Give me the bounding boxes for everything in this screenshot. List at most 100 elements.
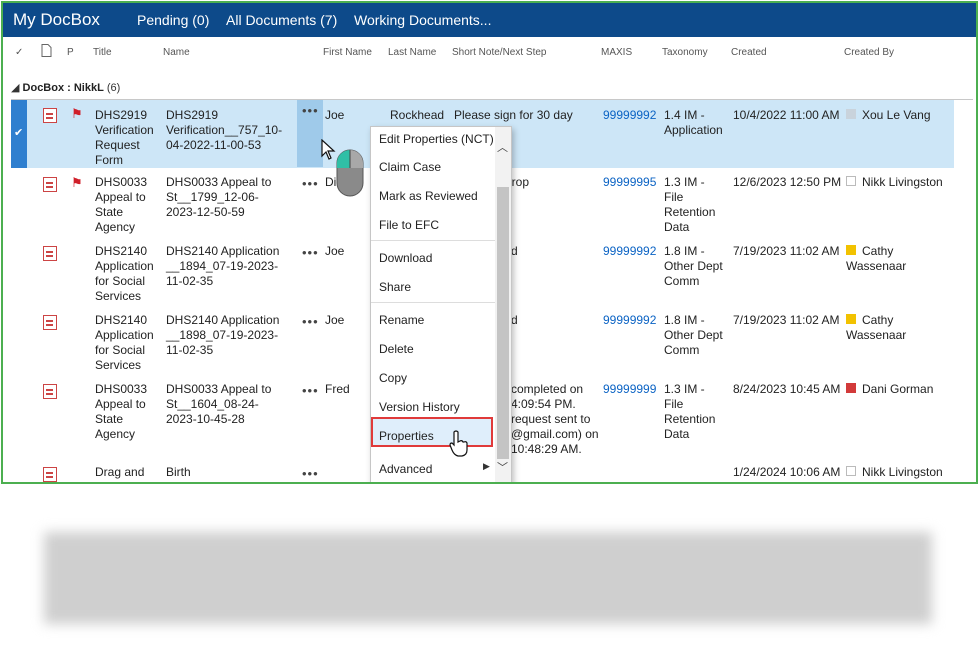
col-created[interactable]: Created [731, 47, 767, 58]
pdf-icon [43, 177, 57, 192]
cell-maxis-link[interactable]: 99999992 [603, 244, 656, 259]
pdf-icon [43, 315, 57, 330]
col-first-name[interactable]: First Name [323, 47, 372, 58]
tab-all-documents[interactable]: All Documents (7) [226, 12, 337, 28]
cell-note: Please sign for 30 day [454, 108, 573, 122]
cell-last-name: Rockhead [390, 108, 445, 122]
cell-note: d [511, 244, 518, 258]
menu-scrollbar[interactable]: ︿ ﹀ [495, 127, 511, 482]
pdf-icon [43, 108, 57, 123]
created-by-name: Dani Gorman [862, 382, 934, 396]
col-name[interactable]: Name [163, 47, 190, 58]
cell-title[interactable]: Drag and Drop Int [95, 465, 144, 482]
menu-file-to-efc[interactable]: File to EFC [379, 218, 439, 232]
col-created-by[interactable]: Created By [844, 47, 894, 58]
cell-title[interactable]: DHS2919 Verification Request Form [95, 108, 154, 168]
cell-name[interactable]: Birth Certificate_1900_01 [166, 465, 273, 482]
menu-properties[interactable]: Properties [379, 429, 434, 443]
cell-created: 7/19/2023 11:02 AM [733, 244, 840, 258]
cell-created-by: Xou Le Vang [846, 108, 931, 123]
cell-first-name: Joe [325, 108, 345, 122]
menu-edit-properties[interactable]: Edit Properties (NCT) [379, 132, 494, 146]
collapse-triangle-icon[interactable]: ◢ [11, 82, 19, 94]
status-swatch [846, 314, 856, 324]
mouse-left-click-icon [335, 148, 365, 203]
cell-maxis-link[interactable]: 99999995 [603, 175, 656, 190]
col-short-note[interactable]: Short Note/Next Step [452, 47, 547, 58]
cell-created: 10/4/2022 11:00 AM [733, 108, 840, 122]
col-last-name[interactable]: Last Name [388, 47, 436, 58]
menu-divider [371, 302, 495, 303]
cell-name[interactable]: DHS2919 Verification__757_10- 04-2022-11… [166, 108, 282, 153]
status-swatch [846, 466, 856, 476]
menu-download[interactable]: Download [379, 251, 432, 265]
status-swatch [846, 383, 856, 393]
created-by-name: Nikk Livingston [862, 465, 943, 479]
col-taxonomy[interactable]: Taxonomy [662, 47, 708, 58]
status-swatch [846, 245, 856, 255]
submenu-arrow-icon: ▶ [483, 461, 490, 471]
cell-first-name: Joe [325, 244, 345, 258]
select-all-checkbox[interactable]: ✓ [15, 47, 23, 58]
row-select-checkbox[interactable]: ✔ [11, 100, 27, 168]
cell-title[interactable]: DHS2140 Application for Social Services [95, 244, 154, 304]
checkmark-icon: ✔ [14, 127, 24, 139]
menu-claim-case[interactable]: Claim Case [379, 160, 441, 174]
menu-rename[interactable]: Rename [379, 313, 424, 327]
menu-delete[interactable]: Delete [379, 342, 414, 356]
menu-share[interactable]: Share [379, 280, 411, 294]
status-swatch [846, 176, 856, 186]
cell-created-by: Nikk Livingston [846, 465, 943, 480]
group-header[interactable]: ◢ DocBox : NikkL (6) [11, 81, 120, 94]
status-swatch [846, 109, 856, 119]
cell-title[interactable]: DHS0033 Appeal to State Agency [95, 382, 147, 442]
cell-note: completed on 4:09:54 PM. request sent to… [511, 382, 599, 456]
menu-mark-as-reviewed[interactable]: Mark as Reviewed [379, 189, 478, 203]
group-label: DocBox : NikkL [22, 82, 104, 94]
col-title[interactable]: Title [93, 47, 112, 58]
menu-copy[interactable]: Copy [379, 371, 407, 385]
blurred-region [44, 532, 932, 624]
cell-first-name: Fred [325, 382, 350, 396]
scroll-down-icon[interactable]: ﹀ [497, 459, 508, 475]
tab-pending[interactable]: Pending (0) [137, 12, 209, 28]
app-title: My DocBox [13, 10, 100, 29]
cell-taxonomy: 1.3 IM - File Retention Data [664, 175, 716, 234]
cell-created-by: Cathy Wassenaar [846, 313, 954, 343]
cell-maxis-link[interactable]: 99999992 [603, 313, 656, 328]
menu-divider [371, 240, 495, 241]
cell-taxonomy: 1.8 IM - Other Dept Comm [664, 313, 723, 357]
scroll-up-icon[interactable]: ︿ [497, 139, 508, 155]
cell-maxis-link[interactable]: 99999999 [603, 382, 656, 397]
tab-working-documents[interactable]: Working Documents... [354, 12, 491, 28]
cell-maxis-link[interactable]: 99999992 [603, 108, 656, 123]
context-menu: Edit Properties (NCT) Claim Case Mark as… [370, 126, 512, 482]
cell-created: 12/6/2023 12:50 PM [733, 175, 842, 189]
cell-created-by: Nikk Livingston [846, 175, 943, 190]
cell-title[interactable]: DHS2140 Application for Social Services [95, 313, 154, 373]
menu-version-history[interactable]: Version History [379, 400, 460, 414]
created-by-name: Xou Le Vang [862, 108, 931, 122]
cell-taxonomy: 1.4 IM - Application [664, 108, 723, 137]
cell-name[interactable]: DHS0033 Appeal to St__1604_08-24- 2023-1… [166, 382, 271, 427]
file-type-icon [41, 44, 52, 60]
scrollbar-thumb[interactable] [497, 187, 509, 459]
col-priority[interactable]: P [67, 47, 74, 58]
ellipsis-menu-button[interactable]: ••• [297, 100, 323, 167]
cell-created-by: Cathy Wassenaar [846, 244, 954, 274]
pdf-icon [43, 384, 57, 399]
pdf-icon [43, 246, 57, 261]
cell-name[interactable]: DHS0033 Appeal to St__1799_12-06- 2023-1… [166, 175, 271, 220]
cell-note: d [511, 313, 518, 327]
cell-first-name: Joe [325, 313, 345, 327]
cell-name[interactable]: DHS2140 Application __1894_07-19-2023- 1… [166, 244, 279, 289]
cell-name[interactable]: DHS2140 Application __1898_07-19-2023- 1… [166, 313, 279, 358]
docbox-window: My DocBox Pending (0) All Documents (7) … [1, 1, 978, 484]
flag-icon: ⚑ [71, 106, 83, 121]
hand-pointer-icon [448, 430, 470, 463]
cell-created: 1/24/2024 10:06 AM [733, 465, 841, 479]
col-maxis[interactable]: MAXIS [601, 47, 632, 58]
cell-title[interactable]: DHS0033 Appeal to State Agency [95, 175, 147, 235]
top-navigation-bar: My DocBox Pending (0) All Documents (7) … [3, 3, 976, 37]
menu-advanced[interactable]: Advanced [379, 462, 432, 476]
